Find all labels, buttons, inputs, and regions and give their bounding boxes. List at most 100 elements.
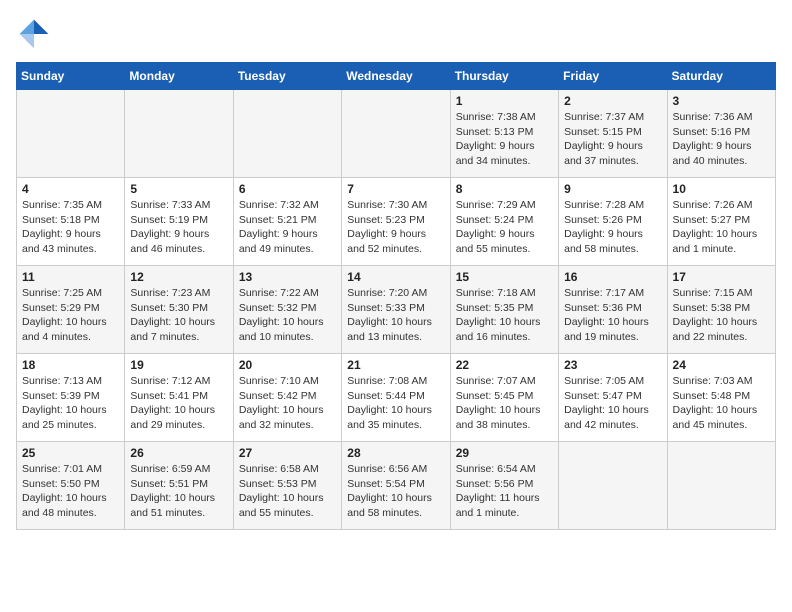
weekday-header-wednesday: Wednesday — [342, 63, 450, 90]
calendar-cell: 2 Sunrise: 7:37 AMSunset: 5:15 PMDaylight… — [559, 90, 667, 178]
day-number: 12 — [130, 270, 227, 284]
day-number: 1 — [456, 94, 553, 108]
calendar-cell: 27 Sunrise: 6:58 AMSunset: 5:53 PMDayligh… — [233, 442, 341, 530]
day-number: 19 — [130, 358, 227, 372]
calendar-week-row: 25 Sunrise: 7:01 AMSunset: 5:50 PMDayligh… — [17, 442, 776, 530]
day-info: Sunrise: 7:38 AMSunset: 5:13 PMDaylight:… — [456, 110, 553, 169]
calendar-cell: 19 Sunrise: 7:12 AMSunset: 5:41 PMDayligh… — [125, 354, 233, 442]
day-info: Sunrise: 7:26 AMSunset: 5:27 PMDaylight:… — [673, 198, 770, 257]
calendar-cell: 25 Sunrise: 7:01 AMSunset: 5:50 PMDayligh… — [17, 442, 125, 530]
day-info: Sunrise: 7:05 AMSunset: 5:47 PMDaylight:… — [564, 374, 661, 433]
weekday-header-tuesday: Tuesday — [233, 63, 341, 90]
calendar-cell — [125, 90, 233, 178]
weekday-header-thursday: Thursday — [450, 63, 558, 90]
calendar-cell: 1 Sunrise: 7:38 AMSunset: 5:13 PMDaylight… — [450, 90, 558, 178]
day-info: Sunrise: 7:01 AMSunset: 5:50 PMDaylight:… — [22, 462, 119, 521]
day-info: Sunrise: 7:32 AMSunset: 5:21 PMDaylight:… — [239, 198, 336, 257]
weekday-header-saturday: Saturday — [667, 63, 775, 90]
day-number: 9 — [564, 182, 661, 196]
calendar-cell: 29 Sunrise: 6:54 AMSunset: 5:56 PMDayligh… — [450, 442, 558, 530]
calendar-cell: 14 Sunrise: 7:20 AMSunset: 5:33 PMDayligh… — [342, 266, 450, 354]
calendar-cell: 3 Sunrise: 7:36 AMSunset: 5:16 PMDaylight… — [667, 90, 775, 178]
calendar-cell: 11 Sunrise: 7:25 AMSunset: 5:29 PMDayligh… — [17, 266, 125, 354]
day-info: Sunrise: 7:17 AMSunset: 5:36 PMDaylight:… — [564, 286, 661, 345]
calendar-cell: 20 Sunrise: 7:10 AMSunset: 5:42 PMDayligh… — [233, 354, 341, 442]
calendar-week-row: 1 Sunrise: 7:38 AMSunset: 5:13 PMDaylight… — [17, 90, 776, 178]
day-info: Sunrise: 7:08 AMSunset: 5:44 PMDaylight:… — [347, 374, 444, 433]
day-info: Sunrise: 6:59 AMSunset: 5:51 PMDaylight:… — [130, 462, 227, 521]
calendar-cell: 24 Sunrise: 7:03 AMSunset: 5:48 PMDayligh… — [667, 354, 775, 442]
day-info: Sunrise: 7:28 AMSunset: 5:26 PMDaylight:… — [564, 198, 661, 257]
day-info: Sunrise: 7:18 AMSunset: 5:35 PMDaylight:… — [456, 286, 553, 345]
day-info: Sunrise: 7:36 AMSunset: 5:16 PMDaylight:… — [673, 110, 770, 169]
calendar-cell — [667, 442, 775, 530]
day-number: 8 — [456, 182, 553, 196]
day-info: Sunrise: 7:25 AMSunset: 5:29 PMDaylight:… — [22, 286, 119, 345]
day-number: 11 — [22, 270, 119, 284]
day-number: 23 — [564, 358, 661, 372]
weekday-header-friday: Friday — [559, 63, 667, 90]
calendar-cell: 18Sunrise: 7:13 AMSunset: 5:39 PMDayligh… — [17, 354, 125, 442]
calendar-cell: 4Sunrise: 7:35 AMSunset: 5:18 PMDaylight… — [17, 178, 125, 266]
day-number: 24 — [673, 358, 770, 372]
calendar-cell: 10 Sunrise: 7:26 AMSunset: 5:27 PMDayligh… — [667, 178, 775, 266]
calendar-cell: 8 Sunrise: 7:29 AMSunset: 5:24 PMDaylight… — [450, 178, 558, 266]
page-header — [16, 16, 776, 52]
calendar-week-row: 18Sunrise: 7:13 AMSunset: 5:39 PMDayligh… — [17, 354, 776, 442]
day-info: Sunrise: 7:10 AMSunset: 5:42 PMDaylight:… — [239, 374, 336, 433]
calendar-cell: 15Sunrise: 7:18 AMSunset: 5:35 PMDayligh… — [450, 266, 558, 354]
day-number: 22 — [456, 358, 553, 372]
calendar-cell: 21 Sunrise: 7:08 AMSunset: 5:44 PMDayligh… — [342, 354, 450, 442]
day-info: Sunrise: 7:12 AMSunset: 5:41 PMDaylight:… — [130, 374, 227, 433]
calendar-cell — [559, 442, 667, 530]
day-number: 13 — [239, 270, 336, 284]
calendar-week-row: 11 Sunrise: 7:25 AMSunset: 5:29 PMDayligh… — [17, 266, 776, 354]
calendar-cell: 6 Sunrise: 7:32 AMSunset: 5:21 PMDaylight… — [233, 178, 341, 266]
day-number: 14 — [347, 270, 444, 284]
day-number: 16 — [564, 270, 661, 284]
calendar-table: SundayMondayTuesdayWednesdayThursdayFrid… — [16, 62, 776, 530]
calendar-cell: 13 Sunrise: 7:22 AMSunset: 5:32 PMDayligh… — [233, 266, 341, 354]
calendar-cell: 16 Sunrise: 7:17 AMSunset: 5:36 PMDayligh… — [559, 266, 667, 354]
day-number: 4 — [22, 182, 119, 196]
day-number: 5 — [130, 182, 227, 196]
calendar-week-row: 4Sunrise: 7:35 AMSunset: 5:18 PMDaylight… — [17, 178, 776, 266]
day-number: 21 — [347, 358, 444, 372]
calendar-cell — [342, 90, 450, 178]
day-info: Sunrise: 7:37 AMSunset: 5:15 PMDaylight:… — [564, 110, 661, 169]
day-number: 17 — [673, 270, 770, 284]
day-number: 10 — [673, 182, 770, 196]
day-info: Sunrise: 6:56 AMSunset: 5:54 PMDaylight:… — [347, 462, 444, 521]
day-number: 3 — [673, 94, 770, 108]
day-info: Sunrise: 7:07 AMSunset: 5:45 PMDaylight:… — [456, 374, 553, 433]
day-info: Sunrise: 7:29 AMSunset: 5:24 PMDaylight:… — [456, 198, 553, 257]
day-info: Sunrise: 7:30 AMSunset: 5:23 PMDaylight:… — [347, 198, 444, 257]
day-info: Sunrise: 7:33 AMSunset: 5:19 PMDaylight:… — [130, 198, 227, 257]
calendar-cell: 7 Sunrise: 7:30 AMSunset: 5:23 PMDaylight… — [342, 178, 450, 266]
day-info: Sunrise: 7:22 AMSunset: 5:32 PMDaylight:… — [239, 286, 336, 345]
calendar-cell — [17, 90, 125, 178]
day-number: 2 — [564, 94, 661, 108]
day-number: 7 — [347, 182, 444, 196]
calendar-cell: 12 Sunrise: 7:23 AMSunset: 5:30 PMDayligh… — [125, 266, 233, 354]
day-info: Sunrise: 6:58 AMSunset: 5:53 PMDaylight:… — [239, 462, 336, 521]
day-number: 27 — [239, 446, 336, 460]
calendar-cell: 22 Sunrise: 7:07 AMSunset: 5:45 PMDayligh… — [450, 354, 558, 442]
day-info: Sunrise: 7:03 AMSunset: 5:48 PMDaylight:… — [673, 374, 770, 433]
day-info: Sunrise: 6:54 AMSunset: 5:56 PMDaylight:… — [456, 462, 553, 521]
day-number: 25 — [22, 446, 119, 460]
calendar-cell — [233, 90, 341, 178]
day-info: Sunrise: 7:15 AMSunset: 5:38 PMDaylight:… — [673, 286, 770, 345]
day-number: 29 — [456, 446, 553, 460]
calendar-cell: 23 Sunrise: 7:05 AMSunset: 5:47 PMDayligh… — [559, 354, 667, 442]
day-number: 18 — [22, 358, 119, 372]
day-info: Sunrise: 7:20 AMSunset: 5:33 PMDaylight:… — [347, 286, 444, 345]
day-number: 6 — [239, 182, 336, 196]
calendar-cell: 17 Sunrise: 7:15 AMSunset: 5:38 PMDayligh… — [667, 266, 775, 354]
day-number: 20 — [239, 358, 336, 372]
day-number: 28 — [347, 446, 444, 460]
day-number: 26 — [130, 446, 227, 460]
calendar-cell: 28 Sunrise: 6:56 AMSunset: 5:54 PMDayligh… — [342, 442, 450, 530]
logo — [16, 16, 58, 52]
day-info: Sunrise: 7:23 AMSunset: 5:30 PMDaylight:… — [130, 286, 227, 345]
